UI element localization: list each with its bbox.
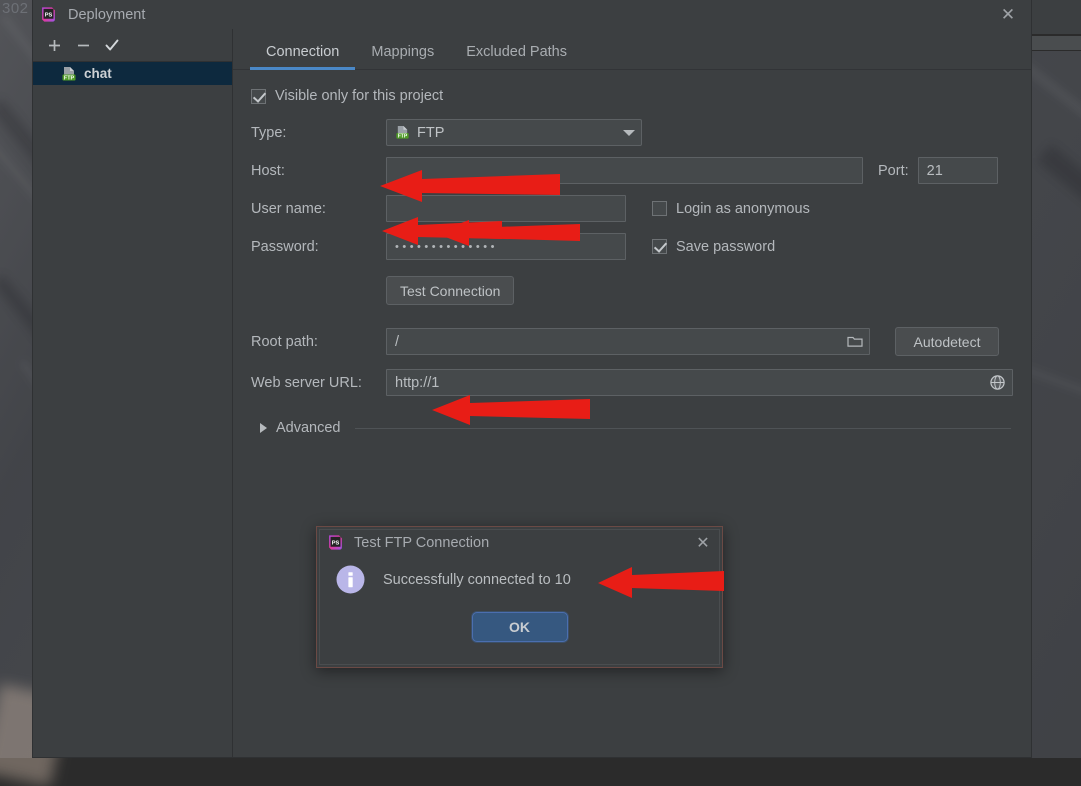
root-path-input[interactable]: / xyxy=(386,328,870,355)
backdrop-shadow xyxy=(1037,144,1081,238)
web-server-url-value: http://1 xyxy=(395,375,439,391)
dialog-title: Deployment xyxy=(68,7,145,23)
visible-only-checkbox[interactable] xyxy=(251,89,266,104)
chevron-right-icon[interactable] xyxy=(260,423,267,433)
info-icon xyxy=(335,564,366,595)
server-name: chat xyxy=(84,66,112,81)
test-dialog-button-row: OK xyxy=(317,612,722,642)
ide-background-panel xyxy=(1032,0,1081,34)
folder-browse-icon[interactable] xyxy=(847,335,863,348)
svg-text:FTP: FTP xyxy=(398,133,408,139)
tab-mappings[interactable]: Mappings xyxy=(355,44,450,69)
root-path-row: Root path: / Autodetect xyxy=(251,327,1013,356)
apply-server-button[interactable] xyxy=(99,32,125,58)
connection-form: Visible only for this project Type: FTP xyxy=(233,70,1031,436)
login-anonymous-checkbox[interactable] xyxy=(652,201,667,216)
svg-text:PS: PS xyxy=(45,12,53,18)
background-overlay-text: 302 xyxy=(2,0,29,17)
visible-only-row[interactable]: Visible only for this project xyxy=(251,88,1013,104)
username-label: User name: xyxy=(251,201,386,217)
test-ftp-connection-dialog: PS Test FTP Connection ✕ Successfully co… xyxy=(316,526,723,668)
save-password-row[interactable]: Save password xyxy=(652,239,775,255)
phpstorm-icon: PS xyxy=(327,534,344,551)
type-value: FTP xyxy=(417,125,616,141)
close-icon[interactable]: ✕ xyxy=(991,2,1025,28)
test-dialog-title: Test FTP Connection xyxy=(354,535,489,551)
test-dialog-titlebar: PS Test FTP Connection ✕ xyxy=(317,527,722,558)
root-path-label: Root path: xyxy=(251,334,386,350)
visible-only-label: Visible only for this project xyxy=(275,88,443,104)
username-row: User name: Login as anonymous xyxy=(251,195,1013,222)
advanced-section-header[interactable]: Advanced xyxy=(251,420,1013,436)
ok-button[interactable]: OK xyxy=(472,612,568,642)
servers-toolbar xyxy=(33,29,232,62)
type-row: Type: FTP FTP xyxy=(251,119,1013,146)
ide-background-panel xyxy=(1032,36,1081,50)
test-connection-row: Test Connection xyxy=(251,276,1013,305)
test-dialog-message-row: Successfully connected to 10 xyxy=(317,558,722,595)
password-input[interactable]: •••••••••••••• xyxy=(386,233,626,260)
phpstorm-icon: PS xyxy=(40,6,57,23)
advanced-label: Advanced xyxy=(276,420,341,436)
server-list-item[interactable]: FTP chat xyxy=(33,62,232,85)
web-server-url-label: Web server URL: xyxy=(251,375,386,391)
username-input[interactable] xyxy=(386,195,626,222)
ftp-server-icon: FTP xyxy=(61,66,77,82)
type-dropdown[interactable]: FTP FTP xyxy=(386,119,642,146)
globe-icon[interactable] xyxy=(989,374,1006,391)
port-input[interactable]: 21 xyxy=(918,157,998,184)
host-label: Host: xyxy=(251,163,386,179)
svg-text:FTP: FTP xyxy=(64,75,75,81)
root-path-value: / xyxy=(395,334,399,350)
test-dialog-message: Successfully connected to 10 xyxy=(383,572,571,588)
login-anonymous-row[interactable]: Login as anonymous xyxy=(652,201,810,217)
ftp-type-icon: FTP xyxy=(395,125,410,140)
tab-connection[interactable]: Connection xyxy=(250,44,355,69)
login-anonymous-label: Login as anonymous xyxy=(676,201,810,217)
tab-bar: Connection Mappings Excluded Paths xyxy=(233,29,1031,70)
save-password-label: Save password xyxy=(676,239,775,255)
autodetect-button[interactable]: Autodetect xyxy=(895,327,999,356)
test-connection-button[interactable]: Test Connection xyxy=(386,276,514,305)
password-label: Password: xyxy=(251,239,386,255)
host-input[interactable] xyxy=(386,157,863,184)
port-label: Port: xyxy=(878,163,909,179)
web-server-url-row: Web server URL: http://1 xyxy=(251,369,1013,396)
save-password-checkbox[interactable] xyxy=(652,239,667,254)
password-row: Password: •••••••••••••• Save password xyxy=(251,233,1013,260)
type-label: Type: xyxy=(251,125,386,141)
add-server-button[interactable] xyxy=(41,32,67,58)
port-group: Port: 21 xyxy=(878,157,998,184)
host-row: Host: Port: 21 xyxy=(251,157,1013,184)
tab-excluded-paths[interactable]: Excluded Paths xyxy=(450,44,583,69)
chevron-down-icon[interactable] xyxy=(623,130,635,136)
server-list: FTP chat xyxy=(33,62,232,757)
svg-text:PS: PS xyxy=(332,540,340,546)
advanced-divider xyxy=(355,428,1012,429)
web-server-url-input[interactable]: http://1 xyxy=(386,369,1013,396)
dialog-titlebar: PS Deployment ✕ xyxy=(33,0,1031,29)
servers-pane: FTP chat xyxy=(33,29,233,757)
close-icon[interactable]: ✕ xyxy=(688,531,718,555)
remove-server-button[interactable] xyxy=(70,32,96,58)
ide-background-divider xyxy=(1032,50,1081,51)
